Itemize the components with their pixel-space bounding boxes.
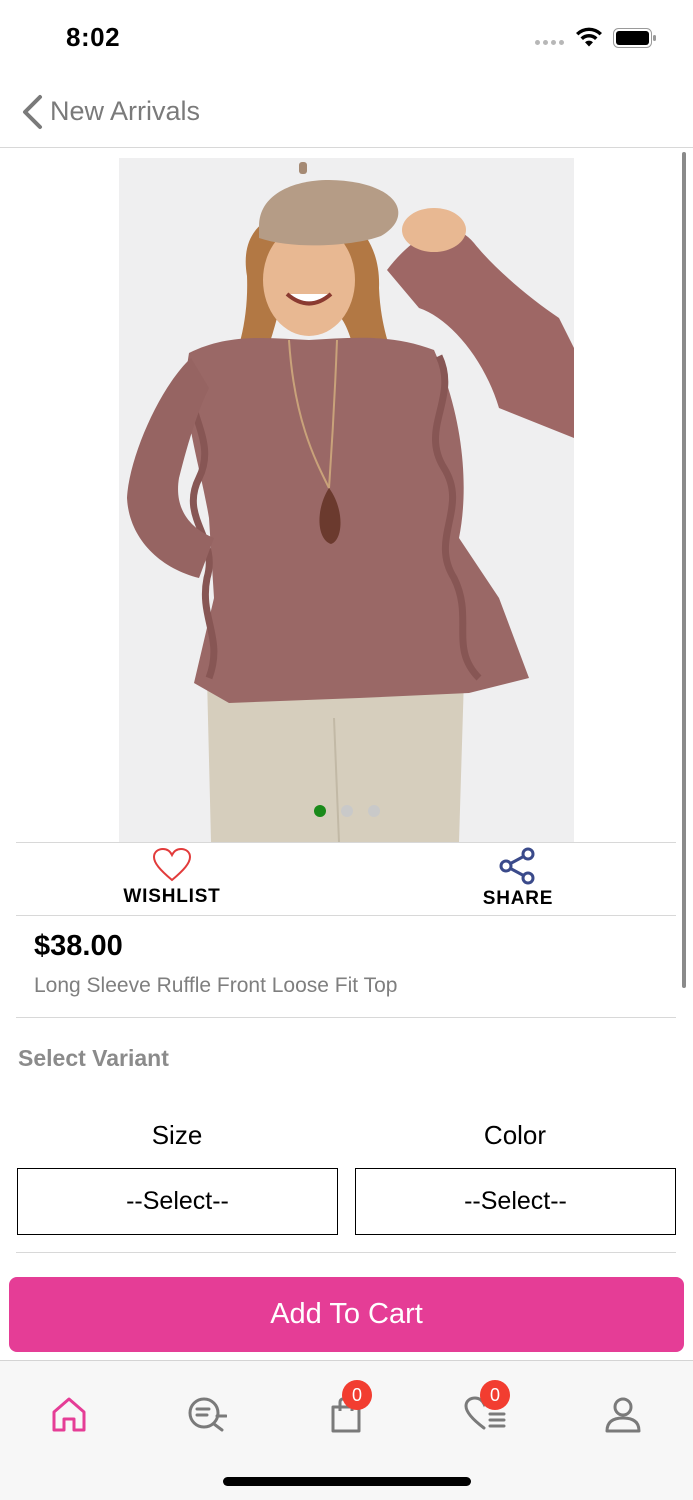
wishlist-label[interactable]: WISHLIST xyxy=(72,886,272,908)
heart-icon[interactable] xyxy=(152,847,192,883)
color-select[interactable]: --Select-- xyxy=(355,1168,676,1235)
home-icon[interactable] xyxy=(49,1394,89,1434)
tab-wishlist[interactable]: 0 xyxy=(464,1380,510,1434)
wishlist-button[interactable]: WISHLIST xyxy=(72,843,272,917)
divider xyxy=(16,1252,676,1253)
tab-profile[interactable] xyxy=(603,1394,643,1434)
image-carousel-dots[interactable] xyxy=(0,805,693,817)
share-button[interactable]: SHARE xyxy=(418,843,618,917)
product-price: $38.00 xyxy=(34,930,123,962)
chevron-left-icon[interactable] xyxy=(20,94,44,130)
wifi-icon xyxy=(576,27,602,47)
status-time: 8:02 xyxy=(66,22,121,52)
product-name: Long Sleeve Ruffle Front Loose Fit Top xyxy=(34,974,398,997)
scrollbar[interactable] xyxy=(682,152,686,988)
color-label: Color xyxy=(483,1120,547,1150)
carousel-dot-active[interactable] xyxy=(313,805,326,817)
share-icon[interactable] xyxy=(498,847,538,885)
product-photo xyxy=(119,158,574,842)
back-label[interactable]: New Arrivals xyxy=(50,96,200,127)
cellular-signal-icon xyxy=(535,40,564,45)
wishlist-badge: 0 xyxy=(480,1380,510,1410)
add-to-cart-button[interactable]: Add To Cart xyxy=(9,1277,684,1352)
variant-section-title: Select Variant xyxy=(18,1045,169,1071)
battery-icon xyxy=(613,28,656,48)
size-label: Size xyxy=(151,1120,203,1150)
tab-home[interactable] xyxy=(49,1394,89,1434)
share-label[interactable]: SHARE xyxy=(418,888,618,910)
tab-search[interactable] xyxy=(187,1394,228,1434)
carousel-dot[interactable] xyxy=(340,805,353,817)
navigation-bar: New Arrivals xyxy=(0,78,693,148)
size-select[interactable]: --Select-- xyxy=(17,1168,338,1235)
carousel-dot[interactable] xyxy=(367,805,380,817)
product-image[interactable] xyxy=(119,158,574,842)
home-indicator[interactable] xyxy=(223,1477,471,1486)
search-list-icon[interactable] xyxy=(187,1394,228,1434)
tab-cart[interactable]: 0 xyxy=(326,1380,372,1434)
profile-icon[interactable] xyxy=(603,1394,643,1434)
divider xyxy=(16,1017,676,1018)
product-actions: WISHLIST SHARE xyxy=(16,842,676,916)
cart-badge: 0 xyxy=(342,1380,372,1410)
status-bar: 8:02 xyxy=(0,0,693,78)
